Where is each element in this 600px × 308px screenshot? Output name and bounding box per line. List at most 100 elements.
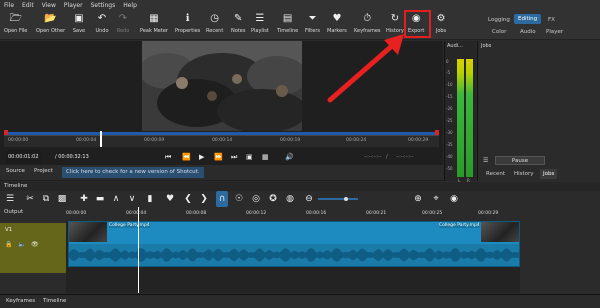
timeline-playhead[interactable]	[138, 207, 139, 293]
layout-audio[interactable]: Audio	[516, 27, 540, 37]
open-other-button[interactable]: 📂 Open Other	[36, 10, 65, 40]
ruler-tick: 00:00:14	[212, 138, 233, 143]
layout-switcher: Logging Editing FX Color Audio Player	[480, 12, 600, 38]
tab-source[interactable]: Source	[6, 168, 25, 174]
update-check-link[interactable]: Click here to check for a new version of…	[62, 167, 204, 178]
player-playhead[interactable]	[100, 131, 102, 147]
timeline-tracks[interactable]: 00:00:00 00:00:04 00:00:08 00:00:12 00:0…	[66, 207, 520, 293]
undo-button[interactable]: ↶ Undo	[95, 10, 109, 40]
menu-icon[interactable]: ☰	[4, 191, 16, 207]
tab-history[interactable]: History	[511, 169, 537, 179]
skip-next-icon[interactable]: ⏭	[231, 150, 237, 164]
zoom-slider[interactable]	[318, 197, 358, 201]
menu-file[interactable]: File	[4, 2, 14, 9]
zoom-out-icon[interactable]: ⊖	[303, 191, 315, 207]
redo-button[interactable]: ↷ Redo	[116, 10, 130, 40]
folder-icon: 🗁	[9, 13, 22, 24]
timeline-button[interactable]: ▤ Timeline	[277, 10, 298, 40]
fast-forward-icon[interactable]: ⏩	[214, 150, 223, 164]
layout-color[interactable]: Color	[488, 27, 510, 37]
menu-icon[interactable]: ☰	[483, 157, 488, 164]
tab-timeline[interactable]: Timeline	[43, 298, 66, 304]
overwrite-icon[interactable]: ∨	[126, 191, 138, 207]
layout-logging[interactable]: Logging	[484, 15, 514, 25]
tab-recent[interactable]: Recent	[483, 169, 508, 179]
notes-icon: ✎	[234, 13, 243, 24]
lock-icon[interactable]: 🔒	[5, 241, 12, 248]
notes-button[interactable]: ✎ Notes	[231, 10, 245, 40]
menu-help[interactable]: Help	[123, 2, 137, 9]
properties-button[interactable]: ℹ Properties	[175, 10, 200, 40]
copy-icon[interactable]: ⧉	[40, 191, 52, 207]
track-v1-header[interactable]: V1 🔒 🔈 👁	[0, 223, 66, 273]
lift-icon[interactable]: ∧	[110, 191, 122, 207]
menu-settings[interactable]: Settings	[91, 2, 116, 9]
clip-label-end: College Party.mp4	[439, 223, 480, 228]
filter-icon: ⏷	[308, 13, 317, 24]
scrub-icon[interactable]: ☉	[233, 191, 245, 207]
timeline-icon: ▤	[282, 13, 293, 24]
zoom-icon[interactable]: ▣	[246, 150, 253, 164]
recent-button[interactable]: ◷ Recent	[206, 10, 223, 40]
pause-button[interactable]: Pause	[495, 156, 545, 165]
save-icon: ▣	[74, 13, 84, 24]
rewind-icon[interactable]: ⏪	[182, 150, 191, 164]
previous-marker-icon[interactable]: ❮	[182, 191, 194, 207]
menu-edit[interactable]: Edit	[22, 2, 34, 9]
zoom-fit-icon[interactable]: ⌖	[430, 191, 442, 207]
append-icon[interactable]: ✚	[78, 191, 90, 207]
jobs-button[interactable]: ⚙ Jobs	[434, 10, 448, 40]
paste-icon[interactable]: ▩	[56, 191, 68, 207]
volume-icon[interactable]: 🔊	[285, 150, 294, 164]
open-file-button[interactable]: 🗁 Open File	[4, 10, 27, 40]
redo-icon: ↷	[118, 13, 128, 24]
layout-fx[interactable]: FX	[544, 15, 559, 25]
jobs-panel-title: Jobs	[481, 43, 492, 49]
eye-icon[interactable]: 👁	[31, 241, 39, 248]
grid-icon[interactable]: ▦	[262, 150, 269, 164]
keyframes-button[interactable]: ⏱ Keyframes	[354, 10, 381, 40]
layout-player[interactable]: Player	[542, 27, 567, 37]
track-name[interactable]: V1	[5, 227, 12, 233]
cut-icon[interactable]: ✂	[24, 191, 36, 207]
menu-view[interactable]: View	[42, 2, 56, 9]
output-track-label: Output	[4, 209, 24, 215]
markers-button[interactable]: ♥ Markers	[327, 10, 347, 40]
audio-panel-title: Audi...	[447, 43, 463, 49]
skip-previous-icon[interactable]: ⏮	[165, 150, 171, 164]
video-clip[interactable]: College Party.mp4 College Party.mp4	[68, 221, 520, 267]
tab-project[interactable]: Project	[34, 168, 53, 174]
main-toolbar: 🗁 Open File 📂 Open Other ▣ Save ↶ Undo ↷…	[0, 10, 600, 40]
remove-icon[interactable]: ▬	[94, 191, 106, 207]
ripple-markers-icon[interactable]: ◍	[284, 191, 296, 207]
play-icon[interactable]: ▶	[199, 150, 204, 164]
record-audio-icon[interactable]: ◉	[448, 191, 460, 207]
ruler-tick: 00:00:24	[346, 138, 367, 143]
transport-bar: 00:00:01:02 / 00:00:32:13 ⏮ ⏪ ▶ ⏩ ⏭ ▣ ▦ …	[0, 150, 443, 164]
filters-button[interactable]: ⏷ Filters	[305, 10, 320, 40]
ripple-all-icon[interactable]: ✪	[267, 191, 279, 207]
tab-jobs[interactable]: Jobs	[540, 169, 558, 179]
peak-meter-button[interactable]: ▦ Peak Meter	[140, 10, 168, 40]
save-button[interactable]: ▣ Save	[72, 10, 86, 40]
history-button[interactable]: ↻ History	[386, 10, 404, 40]
marker-icon[interactable]: ♥	[164, 191, 176, 207]
mute-icon[interactable]: 🔈	[18, 241, 25, 248]
timeline-ruler[interactable]: 00:00:00 00:00:04 00:00:08 00:00:12 00:0…	[66, 207, 520, 221]
split-icon[interactable]: ▮	[144, 191, 156, 207]
stopwatch-icon: ⏱	[363, 13, 372, 24]
snap-icon[interactable]: ∩	[216, 191, 228, 207]
meter-right-channel	[466, 59, 473, 177]
tab-keyframes[interactable]: Keyframes	[6, 298, 35, 304]
playlist-button[interactable]: ☰ Playlist	[251, 10, 269, 40]
next-marker-icon[interactable]: ❯	[198, 191, 210, 207]
gear-icon: ⚙	[436, 13, 446, 24]
ripple-icon[interactable]: ◎	[250, 191, 262, 207]
current-timecode[interactable]: 00:00:01:02	[6, 150, 41, 164]
ruler-tick: 00:00:09	[144, 138, 165, 143]
zoom-in-icon[interactable]: ⊕	[412, 191, 424, 207]
video-preview[interactable]	[142, 41, 302, 131]
player-ruler[interactable]: 00:00:00 00:00:04 00:00:09 00:00:14 00:0…	[4, 135, 439, 147]
layout-editing[interactable]: Editing	[514, 14, 542, 24]
menu-player[interactable]: Player	[64, 2, 83, 9]
